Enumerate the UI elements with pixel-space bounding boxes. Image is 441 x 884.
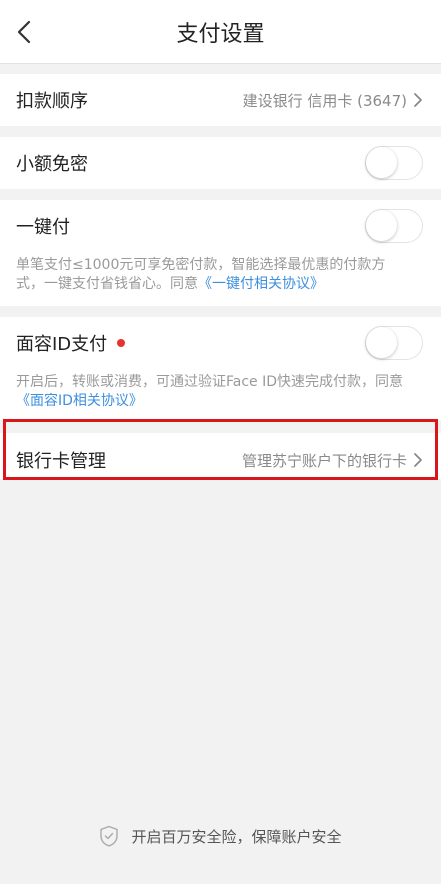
one-click-pay-toggle[interactable] — [365, 209, 423, 243]
deduction-order-value: 建设银行 信用卡 (3647) — [242, 91, 407, 110]
one-click-pay-agreement-link[interactable]: 《一键付相关协议》 — [198, 276, 324, 292]
highlight-box — [3, 419, 438, 480]
security-insurance-footer[interactable]: 开启百万安全险，保障账户安全 — [0, 822, 441, 850]
one-click-pay-description: 单笔支付≤1000元可享免密付款，智能选择最优惠的付款方式，一键支付省钱省心。同… — [16, 256, 411, 294]
deduction-order-row[interactable]: 扣款顺序 建设银行 信用卡 (3647) — [0, 74, 441, 126]
face-id-agreement-link[interactable]: 《面容ID相关协议》 — [16, 393, 143, 409]
chevron-right-icon — [413, 92, 425, 108]
security-insurance-text: 开启百万安全险，保障账户安全 — [131, 827, 342, 846]
nav-bar: 支付设置 — [0, 0, 441, 64]
shield-check-icon — [100, 825, 119, 847]
toggle-knob — [366, 210, 397, 241]
face-id-pay-row: 面容ID支付 开启后，转账或消费，可通过验证Face ID快速完成付款，同意《面… — [0, 317, 441, 420]
face-id-pay-toggle[interactable] — [365, 326, 423, 360]
toggle-knob — [366, 147, 397, 178]
small-free-label: 小额免密 — [16, 154, 88, 175]
one-click-pay-label: 一键付 — [16, 217, 70, 238]
one-click-pay-row: 一键付 单笔支付≤1000元可享免密付款，智能选择最优惠的付款方式，一键支付省钱… — [0, 200, 441, 306]
page-title: 支付设置 — [176, 22, 265, 47]
small-free-row: 小额免密 — [0, 137, 441, 189]
small-free-toggle[interactable] — [365, 146, 423, 180]
toggle-knob — [366, 327, 397, 358]
face-id-pay-label: 面容ID支付 — [16, 334, 108, 355]
face-id-pay-desc-text: 开启后，转账或消费，可通过验证Face ID快速完成付款，同意 — [16, 374, 404, 390]
new-badge-dot — [117, 339, 126, 347]
deduction-order-label: 扣款顺序 — [16, 91, 88, 112]
face-id-pay-description: 开启后，转账或消费，可通过验证Face ID快速完成付款，同意《面容ID相关协议… — [16, 373, 411, 411]
